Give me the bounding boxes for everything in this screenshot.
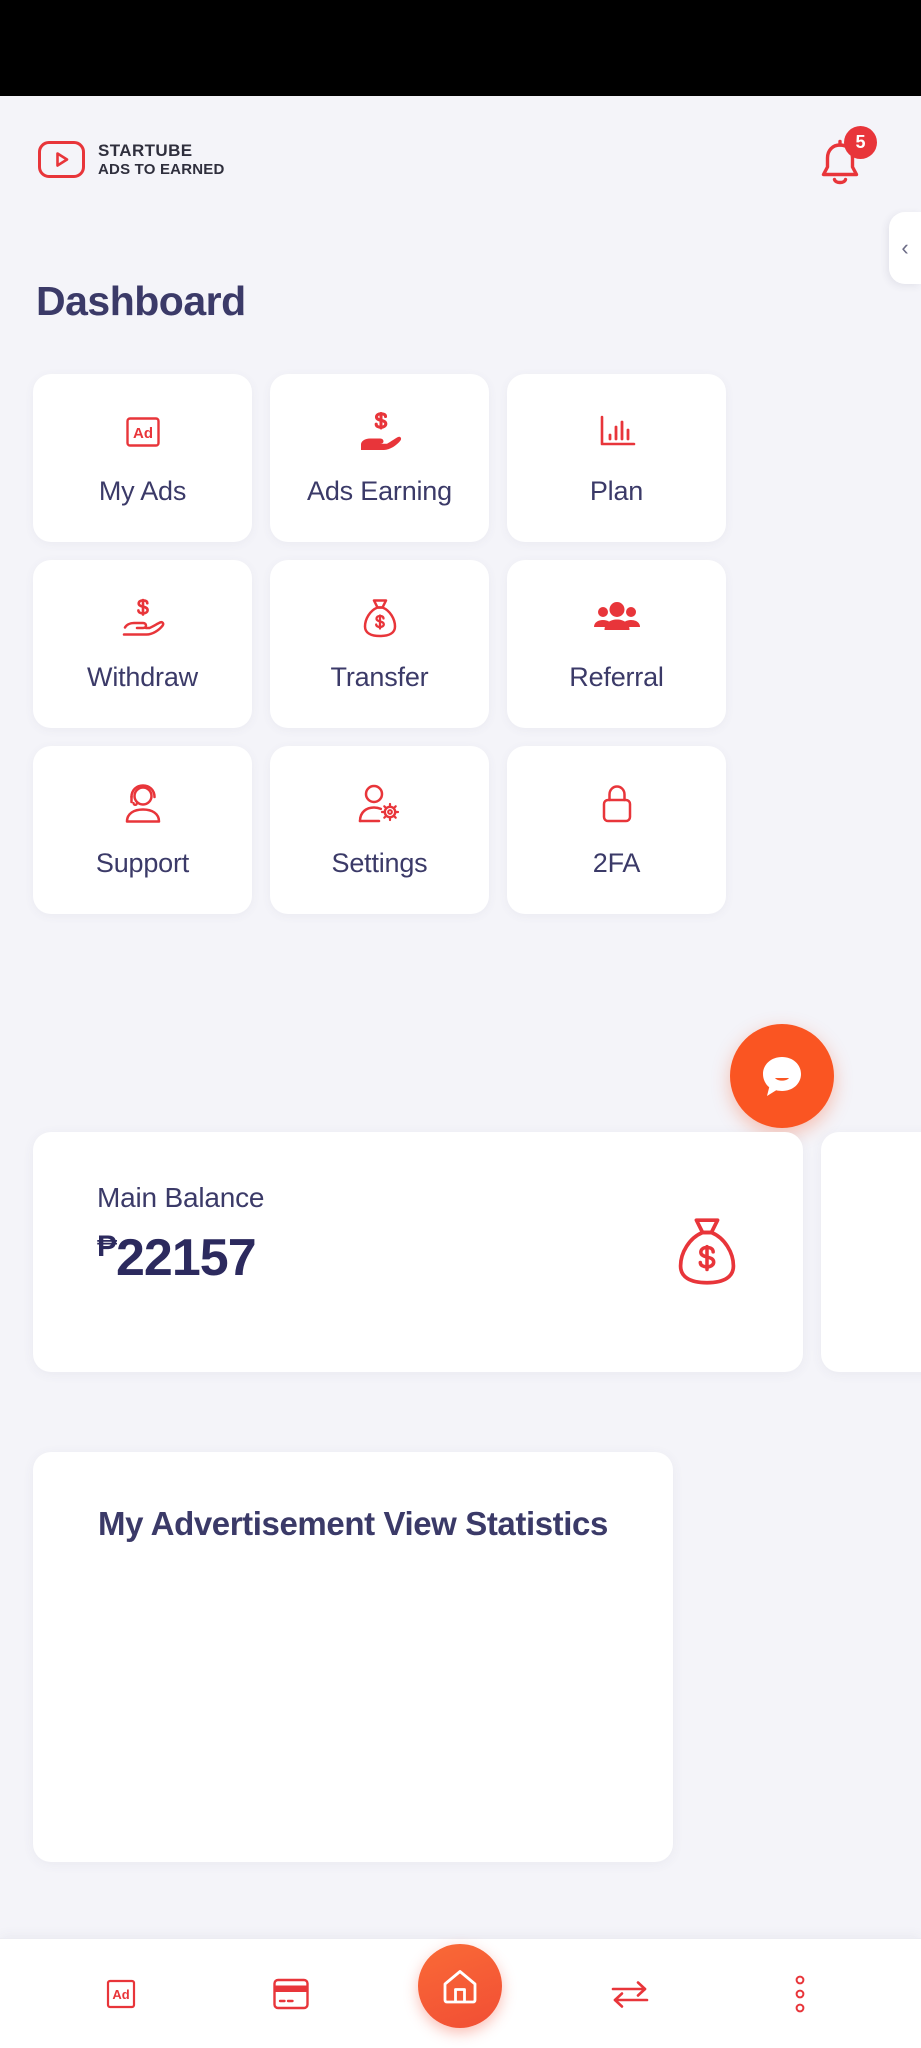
- nav-item-home[interactable]: [415, 1943, 505, 2039]
- nav-item-transfer[interactable]: [585, 1949, 675, 2039]
- people-group-icon: [593, 596, 641, 640]
- tile-my-ads[interactable]: Ad My Ads: [33, 374, 252, 542]
- svg-text:Ad: Ad: [133, 425, 153, 442]
- hand-dollar-outline-icon: [119, 596, 167, 640]
- play-button-icon: [38, 141, 85, 179]
- chevron-left-icon: ‹: [901, 235, 909, 260]
- tile-label: 2FA: [592, 847, 641, 878]
- balance-card-next[interactable]: [821, 1132, 921, 1372]
- nav-item-more[interactable]: [755, 1949, 845, 2039]
- brand-tagline: ADS TO EARNED: [98, 161, 225, 179]
- statistics-chart-area: [33, 1543, 673, 1783]
- tile-label: Support: [95, 847, 190, 878]
- tile-settings[interactable]: Settings: [270, 746, 489, 914]
- home-icon: [444, 1969, 477, 2003]
- brand-name: STARTUBE: [98, 141, 193, 161]
- chat-support-button[interactable]: [730, 1024, 834, 1128]
- app-header: STARTUBE ADS TO EARNED 5: [0, 96, 921, 224]
- statistics-title: My Advertisement View Statistics: [98, 1505, 608, 1542]
- home-button[interactable]: [418, 1943, 503, 2028]
- tile-label: Ads Earning: [307, 475, 452, 506]
- advertisement-statistics-card: My Advertisement View Statistics: [33, 1452, 673, 1862]
- ad-box-icon: Ad: [106, 1979, 135, 2008]
- money-bag-icon: [673, 1214, 741, 1293]
- tile-label: Referral: [569, 661, 664, 692]
- notification-button[interactable]: 5: [811, 126, 877, 192]
- tile-support[interactable]: Support: [33, 746, 252, 914]
- svg-text:Ad: Ad: [112, 1987, 129, 2002]
- ad-box-icon: Ad: [124, 410, 162, 454]
- exchange-arrows-icon: [611, 1980, 649, 2008]
- tile-label: Settings: [331, 847, 428, 878]
- page-title: Dashboard: [36, 278, 246, 324]
- side-drawer-handle[interactable]: ‹: [889, 212, 921, 284]
- hand-dollar-filled-icon: [357, 410, 403, 454]
- app-screen: STARTUBE ADS TO EARNED 5 Dashboard ‹ Ad: [0, 0, 921, 2048]
- quick-actions-grid: Ad My Ads Ads Earning Plan Withdraw Tran…: [33, 374, 888, 914]
- nav-item-ads[interactable]: Ad: [76, 1949, 166, 2039]
- status-bar: [0, 0, 921, 96]
- notification-badge: 5: [844, 126, 877, 159]
- balance-carousel[interactable]: Main Balance ₱ 22157: [33, 1132, 921, 1392]
- headset-person-icon: [123, 782, 163, 826]
- balance-amount: ₱ 22157: [97, 1228, 264, 1288]
- tile-transfer[interactable]: Transfer: [270, 560, 489, 728]
- tile-label: Transfer: [330, 661, 429, 692]
- tile-label: My Ads: [98, 475, 187, 506]
- more-vertical-icon: [795, 1975, 805, 2012]
- chat-bubble-icon: [763, 1057, 801, 1096]
- tile-ads-earning[interactable]: Ads Earning: [270, 374, 489, 542]
- balance-value: 22157: [116, 1229, 257, 1287]
- nav-item-card[interactable]: [246, 1949, 336, 2039]
- money-bag-icon: [361, 596, 399, 640]
- tile-label: Plan: [589, 475, 644, 506]
- tile-withdraw[interactable]: Withdraw: [33, 560, 252, 728]
- tile-referral[interactable]: Referral: [507, 560, 726, 728]
- person-gear-icon: [357, 782, 403, 826]
- balance-card-main[interactable]: Main Balance ₱ 22157: [33, 1132, 803, 1372]
- balance-label: Main Balance: [97, 1182, 265, 1213]
- tile-2fa[interactable]: 2FA: [507, 746, 726, 914]
- currency-symbol: ₱: [97, 1230, 117, 1263]
- brand-logo[interactable]: STARTUBE ADS TO EARNED: [38, 141, 225, 179]
- tile-plan[interactable]: Plan: [507, 374, 726, 542]
- bottom-navigation: Ad: [0, 1938, 921, 2048]
- tile-label: Withdraw: [87, 661, 198, 692]
- credit-card-icon: [272, 1978, 309, 2009]
- bar-chart-icon: [597, 410, 637, 454]
- lock-icon: [599, 782, 635, 826]
